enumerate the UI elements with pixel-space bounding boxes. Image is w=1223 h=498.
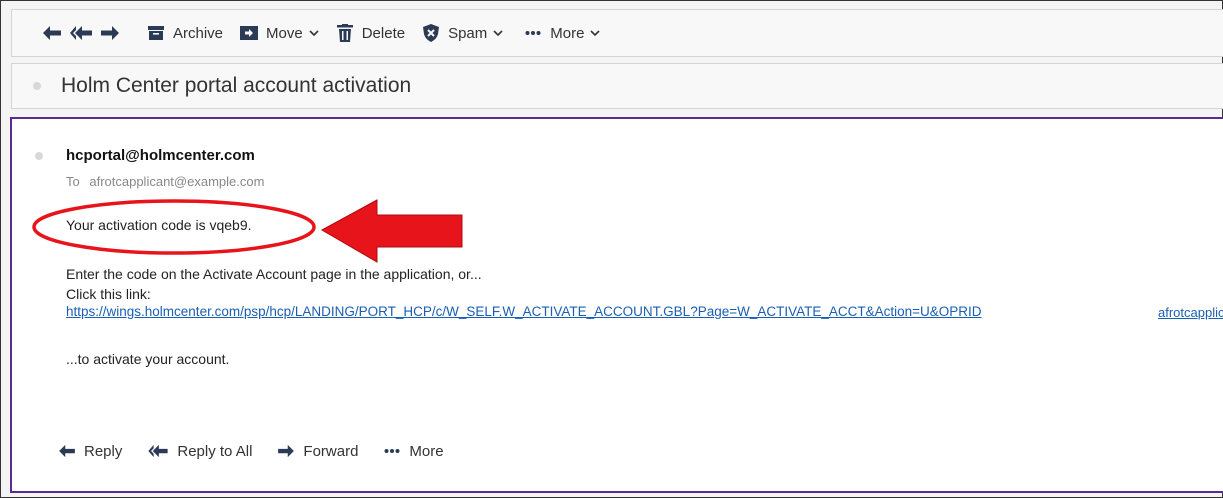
chevron-down-icon: [309, 29, 319, 37]
move-label: Move: [266, 24, 303, 42]
archive-button[interactable]: Archive: [146, 18, 223, 48]
activate-account-text: ...to activate your account.: [66, 351, 230, 367]
subject-title: Holm Center portal account activation: [61, 74, 412, 97]
move-to-folder-icon: [239, 23, 259, 43]
forward-button[interactable]: Forward: [276, 441, 358, 461]
more-actions-label: More: [409, 442, 444, 460]
chevron-down-icon: [493, 29, 503, 37]
ellipsis-icon: [382, 441, 402, 461]
delete-label: Delete: [361, 24, 406, 42]
email-window: Archive Move Delete Spam More Holm Cente…: [0, 0, 1223, 498]
move-button[interactable]: Move: [239, 18, 319, 48]
archive-icon: [146, 23, 166, 43]
subject-bar: Holm Center portal account activation: [11, 63, 1223, 109]
activation-link[interactable]: https://wings.holmcenter.com/psp/hcp/LAN…: [66, 304, 1151, 319]
delete-button[interactable]: Delete: [335, 18, 405, 48]
more-actions-button[interactable]: More: [382, 441, 444, 461]
message-actions: Reply Reply to All Forward More: [57, 441, 468, 461]
archive-label: Archive: [173, 24, 224, 42]
reply-label: Reply: [84, 442, 123, 460]
reply-arrow-icon[interactable]: [39, 20, 65, 46]
click-link-label: Click this link:: [66, 286, 151, 302]
user-link[interactable]: afrotcapplicant: [1158, 305, 1223, 320]
reply-arrow-icon: [57, 441, 77, 461]
forward-arrow-icon: [276, 441, 296, 461]
forward-arrow-icon[interactable]: [97, 20, 123, 46]
reply-all-arrow-icon[interactable]: [68, 20, 94, 46]
chevron-down-icon: [590, 29, 601, 37]
activation-code-text: Your activation code is vqeb9.: [66, 217, 252, 233]
more-label: More: [550, 24, 585, 42]
to-label: To: [66, 174, 80, 189]
trash-icon: [335, 23, 355, 43]
reply-all-label: Reply to All: [177, 442, 253, 460]
spam-button[interactable]: Spam: [421, 18, 503, 48]
forward-label: Forward: [303, 442, 359, 460]
message-card: hcportal@holmcenter.com To afrotcapplica…: [10, 117, 1223, 493]
ellipsis-icon: [523, 23, 543, 43]
reply-button[interactable]: Reply: [57, 441, 122, 461]
reply-all-button[interactable]: Reply to All: [146, 441, 252, 461]
more-menu-button[interactable]: More: [523, 18, 601, 48]
sender-address[interactable]: hcportal@holmcenter.com: [66, 147, 255, 164]
recipient-line: To afrotcapplicant@example.com: [66, 174, 264, 189]
toolbar: Archive Move Delete Spam More: [11, 9, 1223, 57]
reply-all-arrow-icon: [146, 441, 170, 461]
nav-arrows: [39, 20, 126, 46]
unread-indicator-icon[interactable]: [33, 82, 41, 90]
read-status-icon[interactable]: [35, 152, 43, 160]
recipient-address[interactable]: afrotcapplicant@example.com: [89, 174, 264, 189]
spam-label: Spam: [448, 24, 488, 42]
shield-x-icon: [421, 23, 441, 43]
instructions-text: Enter the code on the Activate Account p…: [66, 266, 482, 282]
